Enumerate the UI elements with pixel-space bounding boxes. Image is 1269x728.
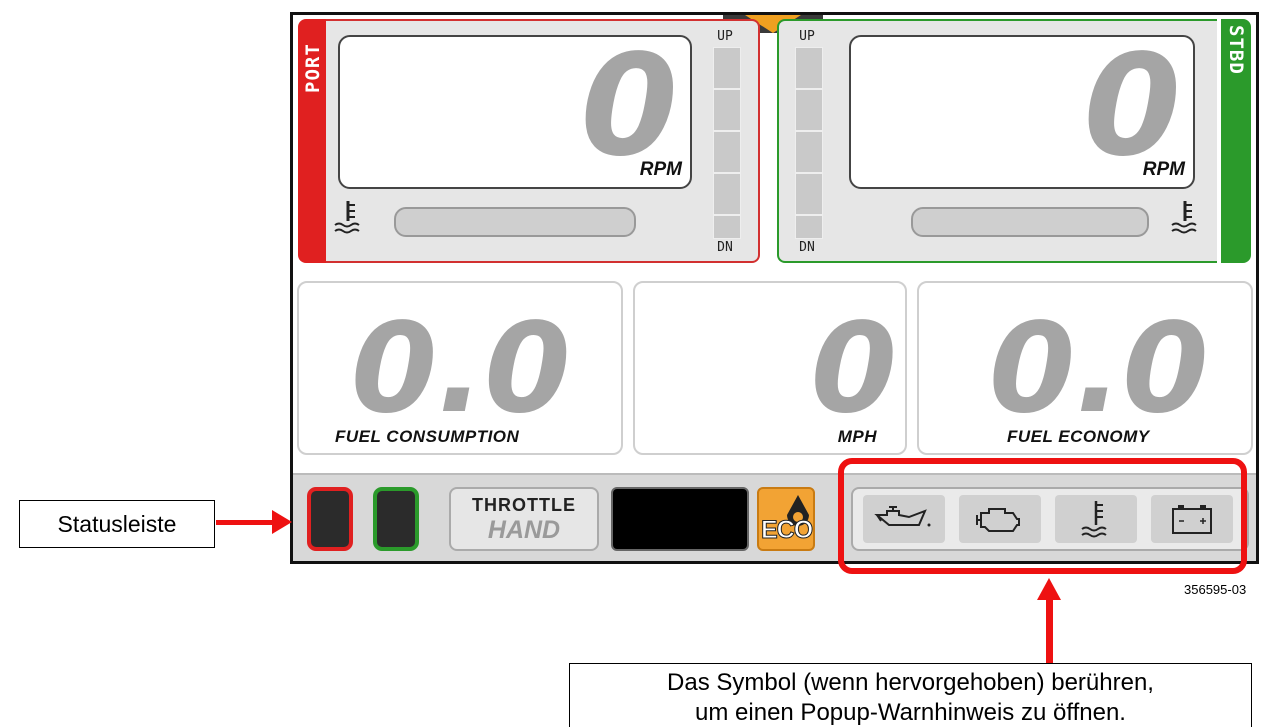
throttle-mode-button[interactable]: THROTTLE HAND (449, 487, 599, 551)
coolant-temp-icon (334, 201, 360, 234)
eco-button[interactable]: ECO (757, 487, 815, 551)
port-rpm-value: 0 (580, 25, 678, 188)
port-trim-gauge: UP DN (703, 29, 747, 255)
fuel-economy-gauge[interactable]: 0.0 FUEL ECONOMY (917, 281, 1253, 455)
port-side-bar: PORT (298, 19, 328, 263)
trim-segment (795, 89, 823, 131)
status-message-box (611, 487, 749, 551)
speed-value: 0 (810, 297, 897, 441)
trim-segment (713, 131, 741, 173)
port-trim-up-label: UP (717, 29, 733, 44)
port-engine-indicator[interactable] (307, 487, 353, 551)
trim-segment (713, 47, 741, 89)
figure-code: 356595-03 (1184, 582, 1247, 597)
stbd-side-bar: STBD (1221, 19, 1251, 263)
throttle-mode: HAND (487, 516, 561, 544)
coolant-temp-icon (1171, 201, 1197, 234)
port-rpm-unit: RPM (639, 159, 682, 180)
speed-unit: MPH (837, 427, 877, 446)
trim-segment (795, 173, 823, 215)
fuel-consumption-label: FUEL CONSUMPTION (335, 427, 520, 446)
stbd-label: STBD (1225, 25, 1247, 75)
status-bar-arrow (216, 520, 274, 525)
throttle-label: THROTTLE (472, 495, 576, 515)
stbd-rpm-display: 0 RPM (849, 35, 1195, 189)
trim-segment (713, 89, 741, 131)
port-engine-panel: 0 RPM UP DN (326, 19, 760, 263)
trim-segment (795, 131, 823, 173)
trim-segment (795, 47, 823, 89)
port-trim-dn-label: DN (717, 240, 733, 255)
notice-arrow (1046, 594, 1053, 664)
status-bar-callout-label: Statusleiste (19, 500, 215, 548)
stbd-trim-gauge: UP DN (785, 29, 829, 255)
port-temp-bar (394, 207, 636, 237)
stbd-trim-dn-label: DN (799, 240, 815, 255)
notice-line-2: um einen Popup-Warnhinweis zu öffnen. (695, 699, 1126, 726)
notice-line-1: Das Symbol (wenn hervorgehoben) berühren… (667, 669, 1154, 696)
stbd-engine-indicator[interactable] (373, 487, 419, 551)
port-rpm-display: 0 RPM (338, 35, 692, 189)
arrow-up-icon (1037, 578, 1061, 600)
stbd-rpm-value: 0 (1083, 25, 1181, 188)
fuel-economy-label: FUEL ECONOMY (1007, 427, 1150, 446)
trim-segment (795, 215, 823, 239)
eco-label: ECO (760, 516, 813, 545)
fuel-consumption-gauge[interactable]: 0.0 FUEL CONSUMPTION (297, 281, 623, 455)
stbd-trim-up-label: UP (799, 29, 815, 44)
trim-segment (713, 215, 741, 239)
trim-segment (713, 173, 741, 215)
speed-gauge[interactable]: 0 MPH (633, 281, 907, 455)
arrow-right-icon (272, 510, 292, 534)
fuel-economy-value: 0.0 (989, 297, 1209, 441)
fuel-consumption-value: 0.0 (351, 297, 571, 441)
warning-icons-highlight (838, 458, 1247, 574)
stbd-engine-panel: UP DN 0 RPM (777, 19, 1217, 263)
stbd-rpm-unit: RPM (1142, 159, 1185, 180)
notice-callout: Das Symbol (wenn hervorgehoben) berühren… (569, 663, 1252, 727)
port-label: PORT (302, 43, 324, 93)
stbd-temp-bar (911, 207, 1149, 237)
